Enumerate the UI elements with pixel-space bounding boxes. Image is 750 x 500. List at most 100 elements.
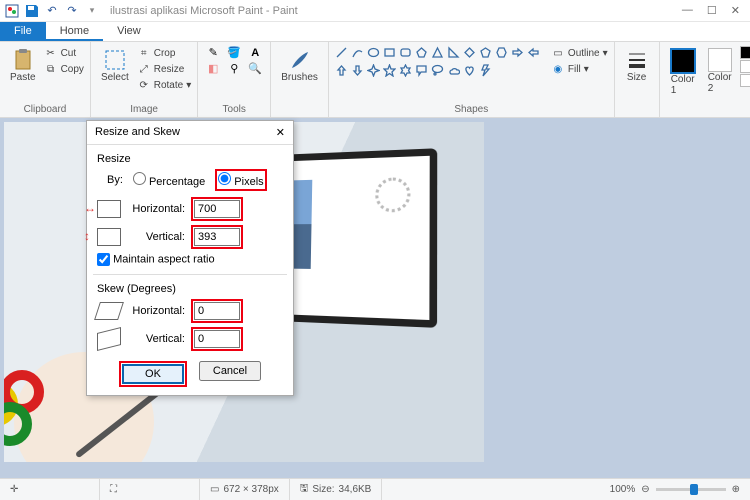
magnifier-icon[interactable]: 🔍: [246, 62, 264, 75]
color-swatch[interactable]: [740, 46, 750, 59]
vertical-input[interactable]: [194, 228, 240, 246]
color-palette: [740, 46, 750, 87]
skew-section-label: Skew (Degrees): [97, 283, 283, 295]
select-label: Select: [101, 72, 129, 83]
shape-diamond-icon[interactable]: [463, 46, 477, 62]
copy-button[interactable]: ⧉Copy: [44, 62, 84, 76]
horizontal-resize-icon: [97, 200, 121, 218]
tab-file[interactable]: File: [0, 22, 46, 41]
brushes-button[interactable]: Brushes: [277, 46, 322, 85]
pencil-icon[interactable]: ✎: [204, 46, 222, 59]
shape-line-icon[interactable]: [335, 46, 349, 62]
eyedropper-icon[interactable]: ⚲: [225, 62, 243, 75]
resize-button[interactable]: ⤢Resize: [137, 62, 192, 76]
rotate-button[interactable]: ⟳Rotate ▾: [137, 78, 192, 92]
shape-arrowdown-icon[interactable]: [351, 64, 365, 80]
horizontal-label: Horizontal:: [127, 203, 185, 215]
select-icon: [103, 48, 127, 72]
color1-button[interactable]: Color 1: [666, 46, 700, 98]
ribbon-tabs: File Home View: [0, 22, 750, 42]
zoom-out-icon[interactable]: ⊖: [641, 484, 649, 495]
select-button[interactable]: Select: [97, 46, 133, 85]
outline-icon: ▭: [551, 46, 565, 60]
size-icon: [625, 48, 649, 72]
shape-rect-icon[interactable]: [383, 46, 397, 62]
shape-arrowup-icon[interactable]: [335, 64, 349, 80]
zoom-slider[interactable]: [656, 488, 726, 491]
color-swatch[interactable]: [740, 60, 750, 73]
ok-button[interactable]: OK: [122, 364, 184, 384]
maximize-icon[interactable]: ☐: [707, 4, 717, 17]
shape-arrowleft-icon[interactable]: [527, 46, 541, 62]
shape-callout2-icon[interactable]: [431, 64, 445, 80]
shape-triangle-icon[interactable]: [431, 46, 445, 62]
shapes-gallery[interactable]: [335, 46, 541, 80]
undo-icon[interactable]: ↶: [44, 3, 60, 19]
horizontal-input[interactable]: [194, 200, 240, 218]
shape-cloud-icon[interactable]: [447, 64, 461, 80]
titlebar: ↶ ↷ ▾ ilustrasi aplikasi Microsoft Paint…: [0, 0, 750, 22]
shape-pentagon-icon[interactable]: [479, 46, 493, 62]
vertical-label: Vertical:: [127, 231, 185, 243]
cut-button[interactable]: ✂Cut: [44, 46, 84, 60]
bucket-icon[interactable]: 🪣: [225, 46, 243, 59]
horizontal-skew-icon: [94, 302, 124, 320]
shape-polygon-icon[interactable]: [415, 46, 429, 62]
shape-hexagon-icon[interactable]: [495, 46, 509, 62]
shape-star6-icon[interactable]: [399, 64, 413, 80]
percentage-radio[interactable]: Percentage: [133, 172, 205, 188]
group-size: Size: [615, 42, 660, 117]
skew-horizontal-input[interactable]: [194, 302, 240, 320]
qat-dropdown-icon[interactable]: ▾: [84, 3, 100, 19]
filesize-icon: 🖫: [300, 481, 309, 498]
close-icon[interactable]: ✕: [731, 4, 740, 17]
aspect-checkbox[interactable]: Maintain aspect ratio: [97, 253, 215, 266]
minimize-icon[interactable]: —: [682, 4, 693, 17]
shape-heart-icon[interactable]: [463, 64, 477, 80]
group-shapes: ▭Outline ▾ ◉Fill ▾ Shapes: [329, 42, 615, 117]
tab-view[interactable]: View: [103, 22, 155, 41]
paste-button[interactable]: Paste: [6, 46, 40, 85]
shape-bolt-icon[interactable]: [479, 64, 493, 80]
skew-vertical-input[interactable]: [194, 330, 240, 348]
paste-label: Paste: [10, 72, 36, 83]
resize-icon: ⤢: [137, 62, 151, 76]
dialog-close-icon[interactable]: ✕: [276, 126, 285, 139]
save-icon[interactable]: [24, 3, 40, 19]
window-title: ilustrasi aplikasi Microsoft Paint - Pai…: [110, 5, 298, 17]
brushes-label: Brushes: [281, 72, 318, 83]
shape-star4-icon[interactable]: [367, 64, 381, 80]
shape-curve-icon[interactable]: [351, 46, 365, 62]
eraser-icon[interactable]: ◧: [204, 62, 222, 75]
skew-vertical-label: Vertical:: [127, 333, 185, 345]
zoom-level: 100%: [610, 484, 636, 495]
shape-callout-icon[interactable]: [415, 64, 429, 80]
redo-icon[interactable]: ↷: [64, 3, 80, 19]
colors-label: Colors: [666, 102, 750, 115]
dialog-title: Resize and Skew: [95, 126, 180, 139]
tab-home[interactable]: Home: [46, 22, 103, 41]
color-swatch-empty[interactable]: [740, 74, 750, 87]
group-image: Select ⌗Crop ⤢Resize ⟳Rotate ▾ Image: [91, 42, 198, 117]
size-button[interactable]: Size: [621, 46, 653, 85]
canvas-dims: 672 × 378px: [223, 484, 278, 495]
shape-oval-icon[interactable]: [367, 46, 381, 62]
fill-button[interactable]: ◉Fill ▾: [551, 62, 608, 76]
shape-roundrect-icon[interactable]: [399, 46, 413, 62]
vertical-resize-icon: [97, 228, 121, 246]
quick-access-toolbar: ↶ ↷ ▾: [4, 3, 100, 19]
crop-button[interactable]: ⌗Crop: [137, 46, 192, 60]
zoom-in-icon[interactable]: ⊕: [732, 484, 740, 495]
text-icon[interactable]: A: [246, 46, 264, 59]
shape-arrowright-icon[interactable]: [511, 46, 525, 62]
shape-rtriangle-icon[interactable]: [447, 46, 461, 62]
outline-button[interactable]: ▭Outline ▾: [551, 46, 608, 60]
resize-skew-dialog: Resize and Skew ✕ Resize By: Percentage …: [86, 120, 294, 396]
color2-button[interactable]: Color 2: [704, 46, 736, 96]
clipboard-label: Clipboard: [6, 102, 84, 115]
pixels-radio[interactable]: Pixels: [218, 176, 263, 188]
crop-icon: ⌗: [137, 46, 151, 60]
cancel-button[interactable]: Cancel: [199, 361, 261, 381]
shape-star5-icon[interactable]: [383, 64, 397, 80]
brush-icon: [288, 48, 312, 72]
